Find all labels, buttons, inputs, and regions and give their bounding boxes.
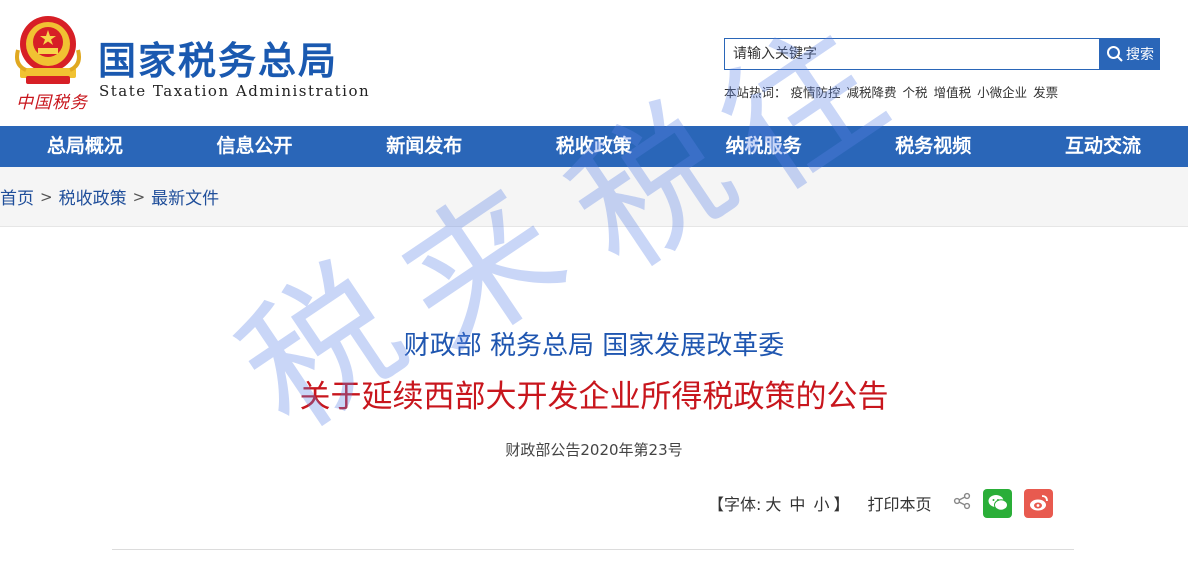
- font-size-label-close: 】: [833, 495, 850, 514]
- print-page-button[interactable]: 打印本页: [867, 491, 931, 515]
- article-title: 关于延续西部大开发企业所得税政策的公告: [299, 379, 889, 415]
- search-button-label: 搜索: [1126, 47, 1154, 63]
- breadcrumb-home[interactable]: 首页: [0, 184, 34, 209]
- nav-item-interaction[interactable]: 互动交流: [1018, 126, 1188, 167]
- article-panel: 财政部 税务总局 国家发展改革委 关于延续西部大开发企业所得税政策的公告 财政部…: [0, 226, 1188, 566]
- nav-item-tax-video[interactable]: 税务视频: [848, 126, 1018, 167]
- breadcrumb-tax-policy[interactable]: 税收政策: [59, 184, 127, 209]
- brand-script-logo: 中国税务: [16, 93, 88, 113]
- nav-item-overview[interactable]: 总局概况: [0, 126, 170, 167]
- hot-word-link[interactable]: 个税: [903, 82, 928, 101]
- hot-word-link[interactable]: 减税降费: [847, 82, 897, 101]
- breadcrumb-separator: >: [40, 187, 53, 206]
- search-input[interactable]: [725, 39, 1099, 69]
- content-divider: [112, 549, 1074, 550]
- breadcrumb-latest-docs[interactable]: 最新文件: [151, 184, 219, 209]
- national-emblem-icon: [12, 10, 84, 88]
- search-button[interactable]: 搜索: [1100, 38, 1160, 70]
- wechat-share-icon[interactable]: [983, 488, 1013, 518]
- main-nav: 总局概况 信息公开 新闻发布 税收政策 纳税服务 税务视频 互动交流: [0, 126, 1188, 167]
- hot-word-link[interactable]: 小微企业: [977, 82, 1027, 101]
- search-icon: [1107, 46, 1123, 62]
- nav-item-taxpayer-service[interactable]: 纳税服务: [679, 126, 849, 167]
- font-size-small-button[interactable]: 小: [813, 491, 829, 515]
- nav-item-news[interactable]: 新闻发布: [339, 126, 509, 167]
- article-issuers: 财政部 税务总局 国家发展改革委: [403, 331, 785, 361]
- article-tools: 【字体: 大 中 小 】 打印本页: [708, 485, 1054, 521]
- site-title[interactable]: 国家税务总局: [98, 30, 338, 85]
- weibo-share-icon[interactable]: [1024, 488, 1054, 518]
- share-icon[interactable]: [953, 492, 971, 514]
- hot-words-label: 本站热词：: [724, 85, 787, 100]
- breadcrumb: 首页 > 税收政策 > 最新文件: [0, 184, 219, 210]
- site-header: 中国税务 国家税务总局 State Taxation Administratio…: [0, 0, 1188, 126]
- font-size-label-open: 【字体:: [708, 495, 762, 514]
- site-subtitle: State Taxation Administration: [99, 82, 371, 100]
- breadcrumb-separator: >: [132, 187, 146, 206]
- nav-item-info-disclosure[interactable]: 信息公开: [170, 126, 340, 167]
- document-number: 财政部公告2020年第23号: [505, 441, 683, 459]
- watermark: 税 来 税 往: [212, 0, 914, 464]
- nav-item-tax-policy[interactable]: 税收政策: [509, 126, 679, 167]
- font-size-large-button[interactable]: 大: [765, 491, 781, 515]
- hot-word-link[interactable]: 增值税: [934, 82, 972, 101]
- hot-word-link[interactable]: 发票: [1033, 82, 1058, 101]
- search-box: [724, 38, 1100, 70]
- hot-word-link[interactable]: 疫情防控: [791, 82, 841, 101]
- font-size-medium-button[interactable]: 中: [789, 491, 805, 515]
- hot-words: 本站热词： 疫情防控 减税降费 个税 增值税 小微企业 发票: [724, 82, 1058, 101]
